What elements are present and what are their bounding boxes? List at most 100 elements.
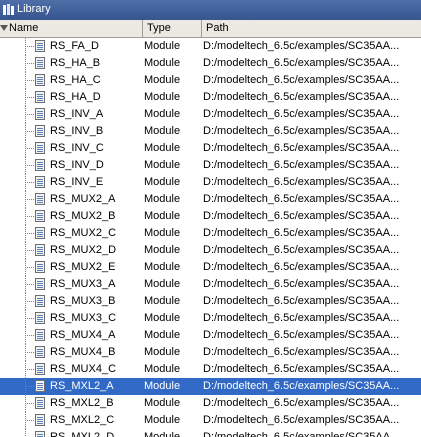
row-type: Module (144, 142, 181, 154)
column-header-path[interactable]: Path (202, 20, 421, 37)
library-row[interactable]: RS_MXL2_A Module D:/modeltech_6.5c/example… (0, 378, 421, 395)
library-row[interactable]: RS_MUX4_A Module D:/modeltech_6.5c/example… (0, 327, 421, 344)
library-row[interactable]: RS_FA_D Module D:/modeltech_6.5c/examples/… (0, 38, 421, 55)
tree-connector (0, 310, 34, 327)
library-row[interactable]: RS_INV_A Module D:/modeltech_6.5c/examples… (0, 106, 421, 123)
row-type: Module (144, 380, 181, 392)
library-row[interactable]: RS_MXL2_D Module D:/modeltech_6.5c/example… (0, 429, 421, 437)
library-row[interactable]: RS_INV_D Module D:/modeltech_6.5c/examples… (0, 157, 421, 174)
library-row[interactable]: RS_MXL2_C Module D:/modeltech_6.5c/example… (0, 412, 421, 429)
module-file-icon (35, 57, 45, 69)
row-path: D:/modeltech_6.5c/examples/SC35AA... (203, 346, 400, 358)
library-row[interactable]: RS_MUX3_B Module D:/modeltech_6.5c/example… (0, 293, 421, 310)
library-row[interactable]: RS_MUX3_C Module D:/modeltech_6.5c/example… (0, 310, 421, 327)
row-path: D:/modeltech_6.5c/examples/SC35AA... (203, 295, 400, 307)
library-row[interactable]: RS_MUX2_E Module D:/modeltech_6.5c/example… (0, 259, 421, 276)
row-type: Module (144, 414, 181, 426)
column-type-label: Type (147, 22, 171, 34)
library-row[interactable]: RS_MUX2_A Module D:/modeltech_6.5c/example… (0, 191, 421, 208)
library-row[interactable]: RS_INV_C Module D:/modeltech_6.5c/examples… (0, 140, 421, 157)
row-name: RS_MUX4_C (50, 363, 117, 375)
module-file-icon (35, 91, 45, 103)
row-name: RS_MUX2_A (50, 193, 116, 205)
row-type: Module (144, 295, 181, 307)
row-path: D:/modeltech_6.5c/examples/SC35AA... (203, 431, 400, 437)
library-row[interactable]: RS_INV_B Module D:/modeltech_6.5c/examples… (0, 123, 421, 140)
tree-connector (0, 395, 34, 412)
library-row[interactable]: RS_MUX4_B Module D:/modeltech_6.5c/example… (0, 344, 421, 361)
row-name: RS_INV_B (50, 125, 104, 137)
tree-connector (0, 429, 34, 437)
row-type: Module (144, 74, 181, 86)
module-file-icon (35, 261, 45, 273)
library-row[interactable]: RS_INV_E Module D:/modeltech_6.5c/examples… (0, 174, 421, 191)
row-type: Module (144, 346, 181, 358)
row-name: RS_MUX2_B (50, 210, 116, 222)
row-type: Module (144, 108, 181, 120)
row-path: D:/modeltech_6.5c/examples/SC35AA... (203, 363, 400, 375)
row-type: Module (144, 329, 181, 341)
row-path: D:/modeltech_6.5c/examples/SC35AA... (203, 176, 400, 188)
row-name: RS_MUX2_C (50, 227, 117, 239)
row-type: Module (144, 261, 181, 273)
library-row[interactable]: RS_HA_C Module D:/modeltech_6.5c/examples/… (0, 72, 421, 89)
tree-connector (0, 208, 34, 225)
column-header-type[interactable]: Type (143, 20, 202, 37)
column-header: Name Type Path (0, 20, 421, 38)
library-row[interactable]: RS_MUX4_C Module D:/modeltech_6.5c/example… (0, 361, 421, 378)
module-file-icon (35, 227, 45, 239)
module-file-icon (35, 210, 45, 222)
tree-connector (0, 225, 34, 242)
row-name: RS_MUX4_A (50, 329, 116, 341)
row-path: D:/modeltech_6.5c/examples/SC35AA... (203, 142, 400, 154)
tree-connector (0, 72, 34, 89)
tree-connector (0, 412, 34, 429)
row-name: RS_HA_B (50, 57, 101, 69)
row-name: RS_MUX3_B (50, 295, 116, 307)
column-name-label: Name (9, 22, 39, 34)
tree-connector (0, 276, 34, 293)
module-file-icon (35, 108, 45, 120)
row-path: D:/modeltech_6.5c/examples/SC35AA... (203, 125, 400, 137)
module-file-icon (35, 414, 45, 426)
row-type: Module (144, 210, 181, 222)
tree-connector (0, 378, 34, 395)
row-name: RS_MXL2_D (50, 431, 115, 437)
row-type: Module (144, 278, 181, 290)
tree-connector (0, 55, 34, 72)
module-file-icon (35, 295, 45, 307)
row-name: RS_INV_C (50, 142, 104, 154)
row-path: D:/modeltech_6.5c/examples/SC35AA... (203, 159, 400, 171)
row-name: RS_INV_A (50, 108, 104, 120)
row-name: RS_INV_E (50, 176, 104, 188)
library-row[interactable]: RS_MUX2_D Module D:/modeltech_6.5c/example… (0, 242, 421, 259)
column-path-label: Path (206, 22, 229, 34)
row-path: D:/modeltech_6.5c/examples/SC35AA... (203, 261, 400, 273)
library-row[interactable]: RS_MUX2_C Module D:/modeltech_6.5c/example… (0, 225, 421, 242)
module-file-icon (35, 363, 45, 375)
tree-connector (0, 106, 34, 123)
module-file-icon (35, 125, 45, 137)
module-file-icon (35, 244, 45, 256)
module-file-icon (35, 397, 45, 409)
library-row[interactable]: RS_HA_D Module D:/modeltech_6.5c/examples/… (0, 89, 421, 106)
library-row[interactable]: RS_MUX2_B Module D:/modeltech_6.5c/example… (0, 208, 421, 225)
row-path: D:/modeltech_6.5c/examples/SC35AA... (203, 40, 400, 52)
sort-arrow-icon (0, 25, 8, 31)
library-row[interactable]: RS_HA_B Module D:/modeltech_6.5c/examples/… (0, 55, 421, 72)
row-path: D:/modeltech_6.5c/examples/SC35AA... (203, 312, 400, 324)
row-path: D:/modeltech_6.5c/examples/SC35AA... (203, 210, 400, 222)
row-path: D:/modeltech_6.5c/examples/SC35AA... (203, 329, 400, 341)
row-type: Module (144, 312, 181, 324)
library-row[interactable]: RS_MUX3_A Module D:/modeltech_6.5c/example… (0, 276, 421, 293)
row-name: RS_FA_D (50, 40, 99, 52)
module-file-icon (35, 159, 45, 171)
tree-connector (0, 293, 34, 310)
row-name: RS_MXL2_A (50, 380, 114, 392)
row-name: RS_MUX4_B (50, 346, 116, 358)
tree-connector (0, 89, 34, 106)
library-icon (3, 4, 14, 15)
column-header-name[interactable]: Name (0, 20, 143, 37)
library-row[interactable]: RS_MXL2_B Module D:/modeltech_6.5c/example… (0, 395, 421, 412)
row-type: Module (144, 397, 181, 409)
